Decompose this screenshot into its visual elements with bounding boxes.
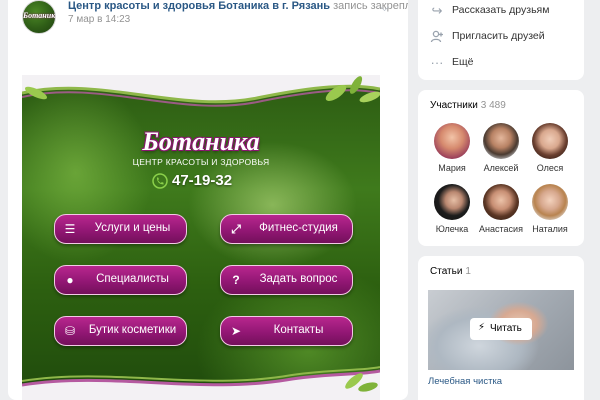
share-with-friends-button[interactable]: ↪ Рассказать друзьям — [430, 2, 580, 20]
phone-number: 47-19-32 — [172, 172, 233, 189]
question-icon: ? — [232, 273, 240, 287]
lightning-icon: ⚡ — [478, 322, 486, 333]
post-banner-image[interactable]: Ботаника ЦЕНТР КРАСОТЫ И ЗДОРОВЬЯ 47-19-… — [22, 75, 380, 400]
send-icon: ➤ — [230, 324, 242, 338]
banner-wave-decoration — [22, 366, 380, 400]
member-item[interactable]: Анастасия — [479, 184, 523, 240]
members-card: Участники 3 489 Мария Алексей Олеся Юлечк… — [418, 90, 584, 246]
action-label: Ещё — [452, 56, 474, 68]
member-name: Юлечка — [435, 224, 469, 234]
button-label: Специалисты — [96, 273, 169, 285]
services-prices-button[interactable]: ☰ Услуги и цены — [54, 214, 187, 244]
specialists-button[interactable]: ● Специалисты — [54, 265, 187, 295]
member-avatar — [483, 123, 519, 159]
member-avatar — [532, 184, 568, 220]
add-user-icon — [430, 30, 443, 43]
pinned-post: Ботаника Центр красоты и здоровья Ботани… — [8, 0, 408, 400]
more-icon: ··· — [430, 55, 444, 70]
post-header: Ботаника Центр красоты и здоровья Ботани… — [8, 0, 408, 34]
member-name: Анастасия — [479, 224, 523, 234]
member-item[interactable]: Алексей — [479, 123, 523, 179]
button-label: Контакты — [273, 324, 324, 336]
member-name: Олеся — [536, 163, 564, 173]
member-item[interactable]: Юлечка — [430, 184, 474, 240]
button-label: Услуги и цены — [94, 222, 171, 234]
member-name: Наталия — [532, 224, 568, 234]
member-item[interactable]: Мария — [430, 123, 474, 179]
post-date[interactable]: 7 мар в 14:23 — [68, 14, 130, 25]
author-line: Центр красоты и здоровья Ботаника в г. Р… — [68, 0, 408, 13]
group-avatar[interactable]: Ботаника — [22, 0, 56, 34]
article-title-link[interactable]: Лечебная чистка — [428, 376, 502, 387]
button-label: Бутик косметики — [88, 324, 177, 336]
list-icon: ☰ — [64, 222, 76, 236]
read-label: Читать — [490, 323, 522, 334]
articles-count: 1 — [465, 266, 471, 277]
members-title[interactable]: Участники 3 489 — [430, 100, 506, 111]
brand-logo: Ботаника — [142, 127, 260, 156]
button-label: Фитнес-студия — [259, 222, 338, 234]
member-item[interactable]: Олеся — [528, 123, 572, 179]
ask-question-button[interactable]: ? Задать вопрос — [220, 265, 353, 295]
invite-friends-button[interactable]: Пригласить друзей — [430, 28, 580, 46]
person-icon: ● — [66, 273, 74, 287]
phone-icon — [152, 173, 168, 189]
member-avatar — [434, 184, 470, 220]
contacts-button[interactable]: ➤ Контакты — [220, 316, 353, 346]
action-label: Рассказать друзьям — [452, 4, 550, 16]
group-actions-card: ↪ Рассказать друзьям Пригласить друзей ·… — [418, 0, 584, 80]
share-icon: ↪ — [431, 3, 443, 18]
articles-title[interactable]: Статьи 1 — [430, 266, 471, 277]
member-avatar — [434, 123, 470, 159]
basket-icon: ⛁ — [64, 324, 76, 338]
pinned-label: запись закреплена — [333, 0, 408, 12]
leaf-decoration — [24, 86, 48, 100]
button-label: Задать вопрос — [259, 273, 338, 285]
members-label: Участники — [430, 100, 478, 111]
articles-label: Статьи — [430, 266, 463, 277]
author-link[interactable]: Центр красоты и здоровья Ботаника в г. Р… — [68, 0, 330, 12]
leaf-decoration — [325, 76, 380, 103]
leaf-decoration — [345, 373, 378, 392]
articles-card: Статьи 1 ⚡ Читать Лечебная чистка — [418, 256, 584, 400]
article-thumbnail[interactable]: ⚡ Читать — [428, 290, 574, 370]
member-avatar — [483, 184, 519, 220]
member-name: Алексей — [483, 163, 519, 173]
cosmetics-boutique-button[interactable]: ⛁ Бутик косметики — [54, 316, 187, 346]
fitness-studio-button[interactable]: ⤢ Фитнес-студия — [220, 214, 353, 244]
member-avatar — [532, 123, 568, 159]
member-item[interactable]: Наталия — [528, 184, 572, 240]
avatar-logo-text: Ботаника — [23, 11, 56, 20]
members-count: 3 489 — [480, 100, 506, 111]
more-button[interactable]: ··· Ещё — [430, 54, 580, 72]
member-name: Мария — [438, 163, 466, 173]
dumbbell-icon: ⤢ — [231, 222, 241, 236]
post-menu-chevron-icon[interactable]: ⌵ — [380, 0, 389, 15]
brand-tagline: ЦЕНТР КРАСОТЫ И ЗДОРОВЬЯ — [132, 157, 270, 167]
read-button[interactable]: ⚡ Читать — [470, 318, 532, 340]
action-label: Пригласить друзей — [452, 30, 545, 42]
